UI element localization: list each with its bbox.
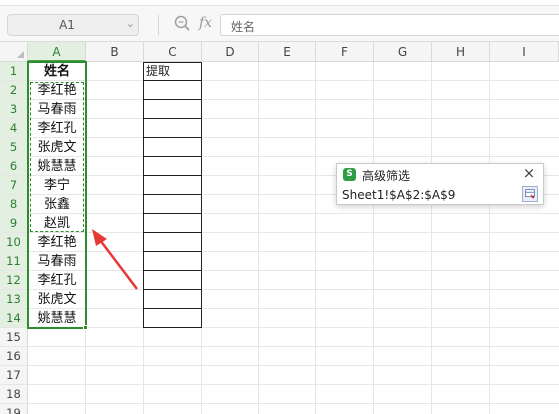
row-header-9[interactable]: 9 [0, 214, 28, 233]
cell-c13[interactable] [143, 289, 202, 309]
gridline-horizontal [28, 365, 559, 366]
gridline-vertical [315, 62, 316, 414]
gridline-horizontal [28, 384, 559, 385]
gridline-horizontal [28, 118, 559, 119]
cell-c10[interactable] [143, 232, 202, 252]
gridline-horizontal [28, 346, 559, 347]
name-box-value: A1 [59, 18, 75, 32]
column-header-c[interactable]: C [144, 42, 202, 62]
row-header-3[interactable]: 3 [0, 100, 28, 119]
column-header-i[interactable]: I [490, 42, 559, 62]
close-icon[interactable]: × [521, 164, 537, 182]
cell-c9[interactable] [143, 213, 202, 233]
row-header-2[interactable]: 2 [0, 81, 28, 100]
spreadsheet-app: A1 ⌄ fx 姓名 A B C D E F G H I 1 2 3 4 5 6 7 8 9 10 11 12 13 14 1… [0, 0, 559, 414]
gridline-vertical [431, 62, 432, 414]
gridline-horizontal [28, 156, 559, 157]
row-header-18[interactable]: 18 [0, 385, 28, 404]
cell-c12[interactable] [143, 270, 202, 290]
cell-c6[interactable] [143, 156, 202, 176]
cell-c5[interactable] [143, 137, 202, 157]
gridline-horizontal [28, 308, 559, 309]
range-picker-icon[interactable] [522, 186, 538, 202]
cell-c2[interactable] [143, 80, 202, 100]
fill-handle[interactable] [83, 325, 88, 330]
gridline-horizontal [28, 251, 559, 252]
zoom-icon[interactable] [173, 14, 195, 34]
cell-c14[interactable] [143, 308, 202, 328]
column-header-d[interactable]: D [202, 42, 259, 62]
row-header-5[interactable]: 5 [0, 138, 28, 157]
formula-input[interactable]: 姓名 [220, 14, 559, 36]
row-header-7[interactable]: 7 [0, 176, 28, 195]
range-input[interactable]: Sheet1!$A$2:$A$9 [342, 187, 517, 203]
formula-bar: A1 ⌄ fx 姓名 [0, 6, 559, 42]
formula-input-value: 姓名 [231, 20, 256, 34]
row-header-19[interactable]: 19 [0, 404, 28, 414]
name-box[interactable]: A1 ⌄ [7, 14, 139, 36]
gridline-horizontal [28, 213, 559, 214]
gridline-vertical [258, 62, 259, 414]
wps-logo-icon: S [343, 168, 356, 181]
chevron-down-icon[interactable]: ⌄ [126, 17, 135, 30]
gridline-horizontal [28, 403, 559, 404]
formula-bar-divider [158, 15, 159, 35]
fx-icon[interactable]: fx [199, 15, 212, 31]
gridline-vertical [489, 62, 490, 414]
dialog-title: 高级筛选 [362, 169, 411, 183]
row-header-15[interactable]: 15 [0, 328, 28, 347]
row-header-6[interactable]: 6 [0, 157, 28, 176]
row-header-4[interactable]: 4 [0, 119, 28, 138]
column-header-e[interactable]: E [259, 42, 316, 62]
advanced-filter-dialog: S 高级筛选 × Sheet1!$A$2:$A$9 [336, 163, 544, 205]
column-header-b[interactable]: B [86, 42, 144, 62]
row-header-11[interactable]: 11 [0, 252, 28, 271]
select-all-triangle-icon [17, 51, 24, 58]
column-header-g[interactable]: G [374, 42, 432, 62]
cell-c4[interactable] [143, 118, 202, 138]
gridline-horizontal [28, 289, 559, 290]
cell-c7[interactable] [143, 175, 202, 195]
gridline-horizontal [28, 232, 559, 233]
worksheet-grid[interactable]: A B C D E F G H I 1 2 3 4 5 6 7 8 9 10 11 12 13 14 15 16 17 18 19 姓名… [0, 42, 559, 414]
row-header-14[interactable]: 14 [0, 309, 28, 328]
criteria-marquee [30, 82, 84, 232]
column-header-h[interactable]: H [432, 42, 490, 62]
column-header-f[interactable]: F [316, 42, 374, 62]
gridline-horizontal [28, 327, 559, 328]
row-header-10[interactable]: 10 [0, 233, 28, 252]
cell-c1[interactable]: 提取 [143, 62, 202, 81]
row-header-13[interactable]: 13 [0, 290, 28, 309]
select-all-corner[interactable] [0, 42, 28, 62]
gridline-horizontal [28, 80, 559, 81]
cell-c3[interactable] [143, 99, 202, 119]
gridline-horizontal [28, 99, 559, 100]
row-header-12[interactable]: 12 [0, 271, 28, 290]
row-header-16[interactable]: 16 [0, 347, 28, 366]
cell-c8[interactable] [143, 194, 202, 214]
row-header-17[interactable]: 17 [0, 366, 28, 385]
gridline-horizontal [28, 270, 559, 271]
row-header-8[interactable]: 8 [0, 195, 28, 214]
gridline-horizontal [28, 137, 559, 138]
column-header-a[interactable]: A [28, 42, 86, 62]
cell-c11[interactable] [143, 251, 202, 271]
row-header-1[interactable]: 1 [0, 62, 28, 81]
gridline-vertical [373, 62, 374, 414]
